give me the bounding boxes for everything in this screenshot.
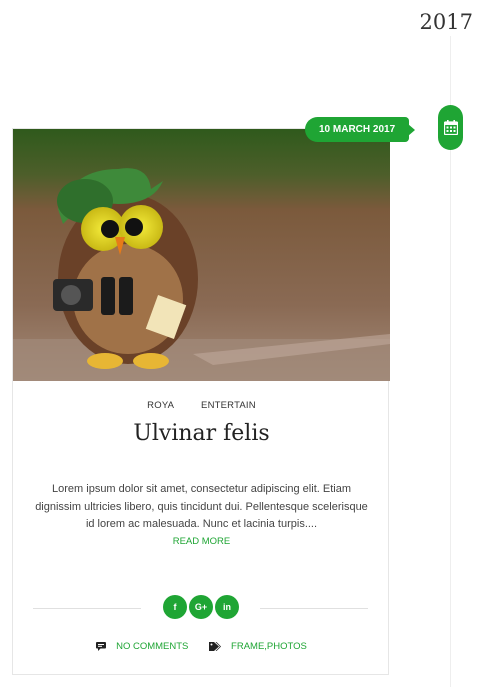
comments-link[interactable]: NO COMMENTS: [116, 641, 188, 652]
category-link[interactable]: ROYA: [147, 400, 174, 411]
post-title[interactable]: Ulvinar felis: [13, 421, 390, 446]
post-categories: ROYA ENTERTAIN: [13, 400, 390, 411]
post-meta: NO COMMENTS FRAME,PHOTOS: [13, 641, 390, 654]
comments-meta[interactable]: NO COMMENTS: [96, 641, 188, 652]
divider: [33, 608, 141, 609]
post-card: ROYA ENTERTAIN Ulvinar felis Lorem ipsum…: [12, 128, 390, 675]
linkedin-share-button[interactable]: in: [215, 595, 239, 619]
tags-link[interactable]: FRAME,PHOTOS: [231, 641, 307, 652]
tags-meta[interactable]: FRAME,PHOTOS: [209, 641, 307, 652]
post-date-badge: 10 MARCH 2017: [305, 117, 416, 142]
post-image[interactable]: [13, 129, 390, 381]
google-plus-share-button[interactable]: G+: [189, 595, 213, 619]
timeline-marker: [438, 105, 463, 150]
tag-icon: [209, 642, 222, 651]
divider: [260, 608, 368, 609]
share-row: f G+ in: [33, 595, 368, 621]
facebook-icon: f: [173, 602, 177, 612]
read-more-link[interactable]: READ MORE: [13, 536, 390, 547]
comment-icon: [96, 642, 107, 651]
timeline-year: 2017: [419, 10, 473, 34]
linkedin-icon: in: [223, 602, 231, 612]
google-plus-icon: G+: [194, 602, 208, 612]
facebook-share-button[interactable]: f: [163, 595, 187, 619]
category-link[interactable]: ENTERTAIN: [201, 400, 256, 411]
post-excerpt: Lorem ipsum dolor sit amet, consectetur …: [35, 483, 368, 530]
calendar-icon: [443, 120, 458, 135]
